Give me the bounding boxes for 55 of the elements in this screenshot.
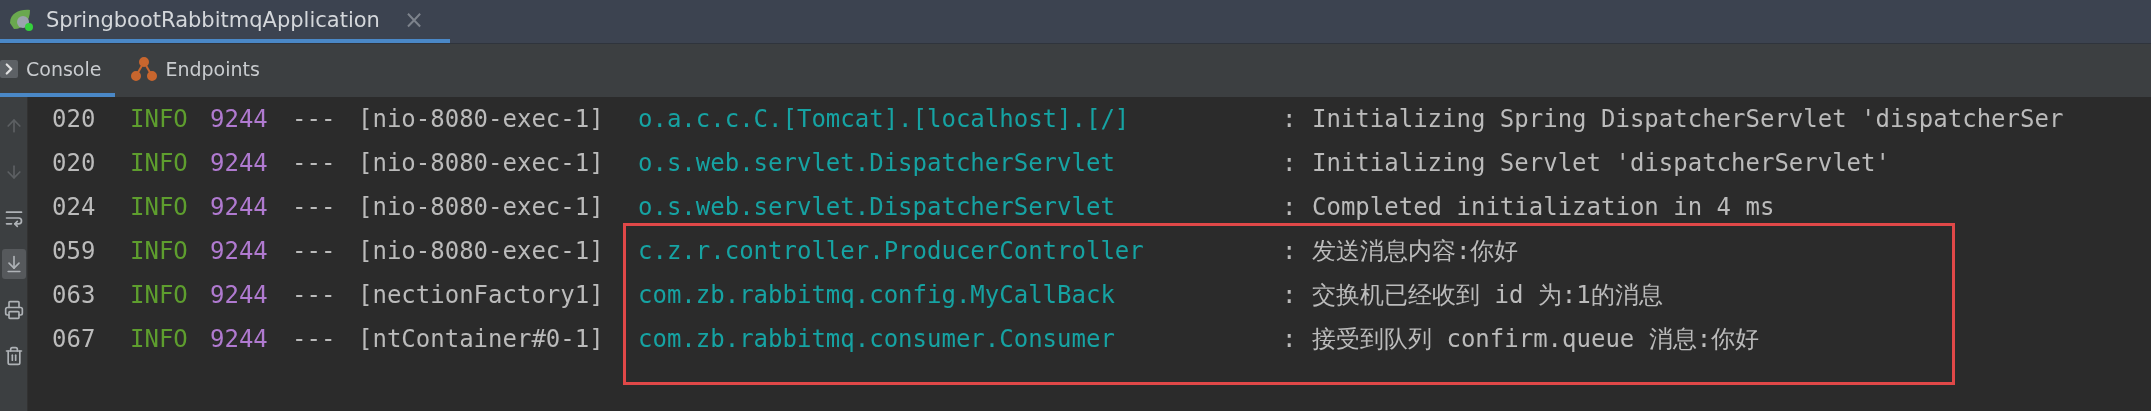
console-icon [0, 59, 18, 78]
log-time: 020 [52, 105, 97, 133]
log-colon: : [1282, 193, 1298, 221]
log-time: 063 [52, 281, 97, 309]
log-logger: o.s.web.servlet.DispatcherServlet [638, 149, 1116, 177]
log-thread: [nio-8080-exec-1] [358, 149, 605, 177]
log-message: Initializing Servlet 'dispatcherServlet' [1312, 149, 1891, 177]
log-message: 接受到队列 confirm.queue 消息:你好 [1312, 324, 1761, 355]
log-time: 059 [52, 237, 97, 265]
log-colon: : [1282, 281, 1298, 309]
log-time: 024 [52, 193, 97, 221]
log-separator: --- [292, 105, 337, 133]
log-thread: [nio-8080-exec-1] [358, 193, 605, 221]
endpoints-icon [131, 56, 158, 81]
log-logger: com.zb.rabbitmq.consumer.Consumer [638, 325, 1116, 353]
log-separator: --- [292, 193, 337, 221]
log-time: 020 [52, 149, 97, 177]
log-colon: : [1282, 237, 1298, 265]
log-message: Initializing Spring DispatcherServlet 'dispatcherSer [1312, 105, 2065, 133]
log-pid: 9244 [210, 105, 269, 133]
log-separator: --- [292, 281, 337, 309]
log-level: INFO [130, 281, 189, 309]
log-level: INFO [130, 193, 189, 221]
log-logger: o.s.web.servlet.DispatcherServlet [638, 193, 1116, 221]
tool-tab-label: Endpoints [165, 57, 260, 80]
log-thread: [nio-8080-exec-1] [358, 237, 605, 265]
log-logger: com.zb.rabbitmq.config.MyCallBack [638, 281, 1116, 309]
log-colon: : [1282, 325, 1298, 353]
log-separator: --- [292, 325, 337, 353]
log-pid: 9244 [210, 149, 269, 177]
log-pid: 9244 [210, 237, 269, 265]
log-thread: [nectionFactory1] [358, 281, 605, 309]
tool-tab-label: Console [26, 57, 102, 80]
log-level: INFO [130, 237, 189, 265]
log-level: INFO [130, 149, 189, 177]
log-logger: o.a.c.c.C.[Tomcat].[localhost].[/] [638, 105, 1131, 133]
log-message: 交换机已经收到 id 为:1的消息 [1312, 280, 1664, 311]
log-separator: --- [292, 237, 337, 265]
scroll-to-end-icon[interactable] [1, 249, 26, 279]
log-pid: 9244 [210, 325, 269, 353]
log-time: 067 [52, 325, 97, 353]
tool-tab[interactable]: Endpoints [131, 44, 274, 97]
log-thread: [nio-8080-exec-1] [358, 105, 605, 133]
log-pid: 9244 [210, 193, 269, 221]
log-pid: 9244 [210, 281, 269, 309]
log-message: 发送消息内容:你好 [1312, 236, 1520, 267]
log-level: INFO [130, 105, 189, 133]
log-colon: : [1282, 149, 1298, 177]
log-level: INFO [130, 325, 189, 353]
log-separator: --- [292, 149, 337, 177]
log-message: Completed initialization in 4 ms [1312, 193, 1776, 221]
log-logger: c.z.r.controller.ProducerController [638, 237, 1145, 265]
log-thread: [ntContainer#0-1] [358, 325, 605, 353]
run-tab-title: SpringbootRabbitmqApplication [46, 7, 380, 32]
log-colon: : [1282, 105, 1298, 133]
